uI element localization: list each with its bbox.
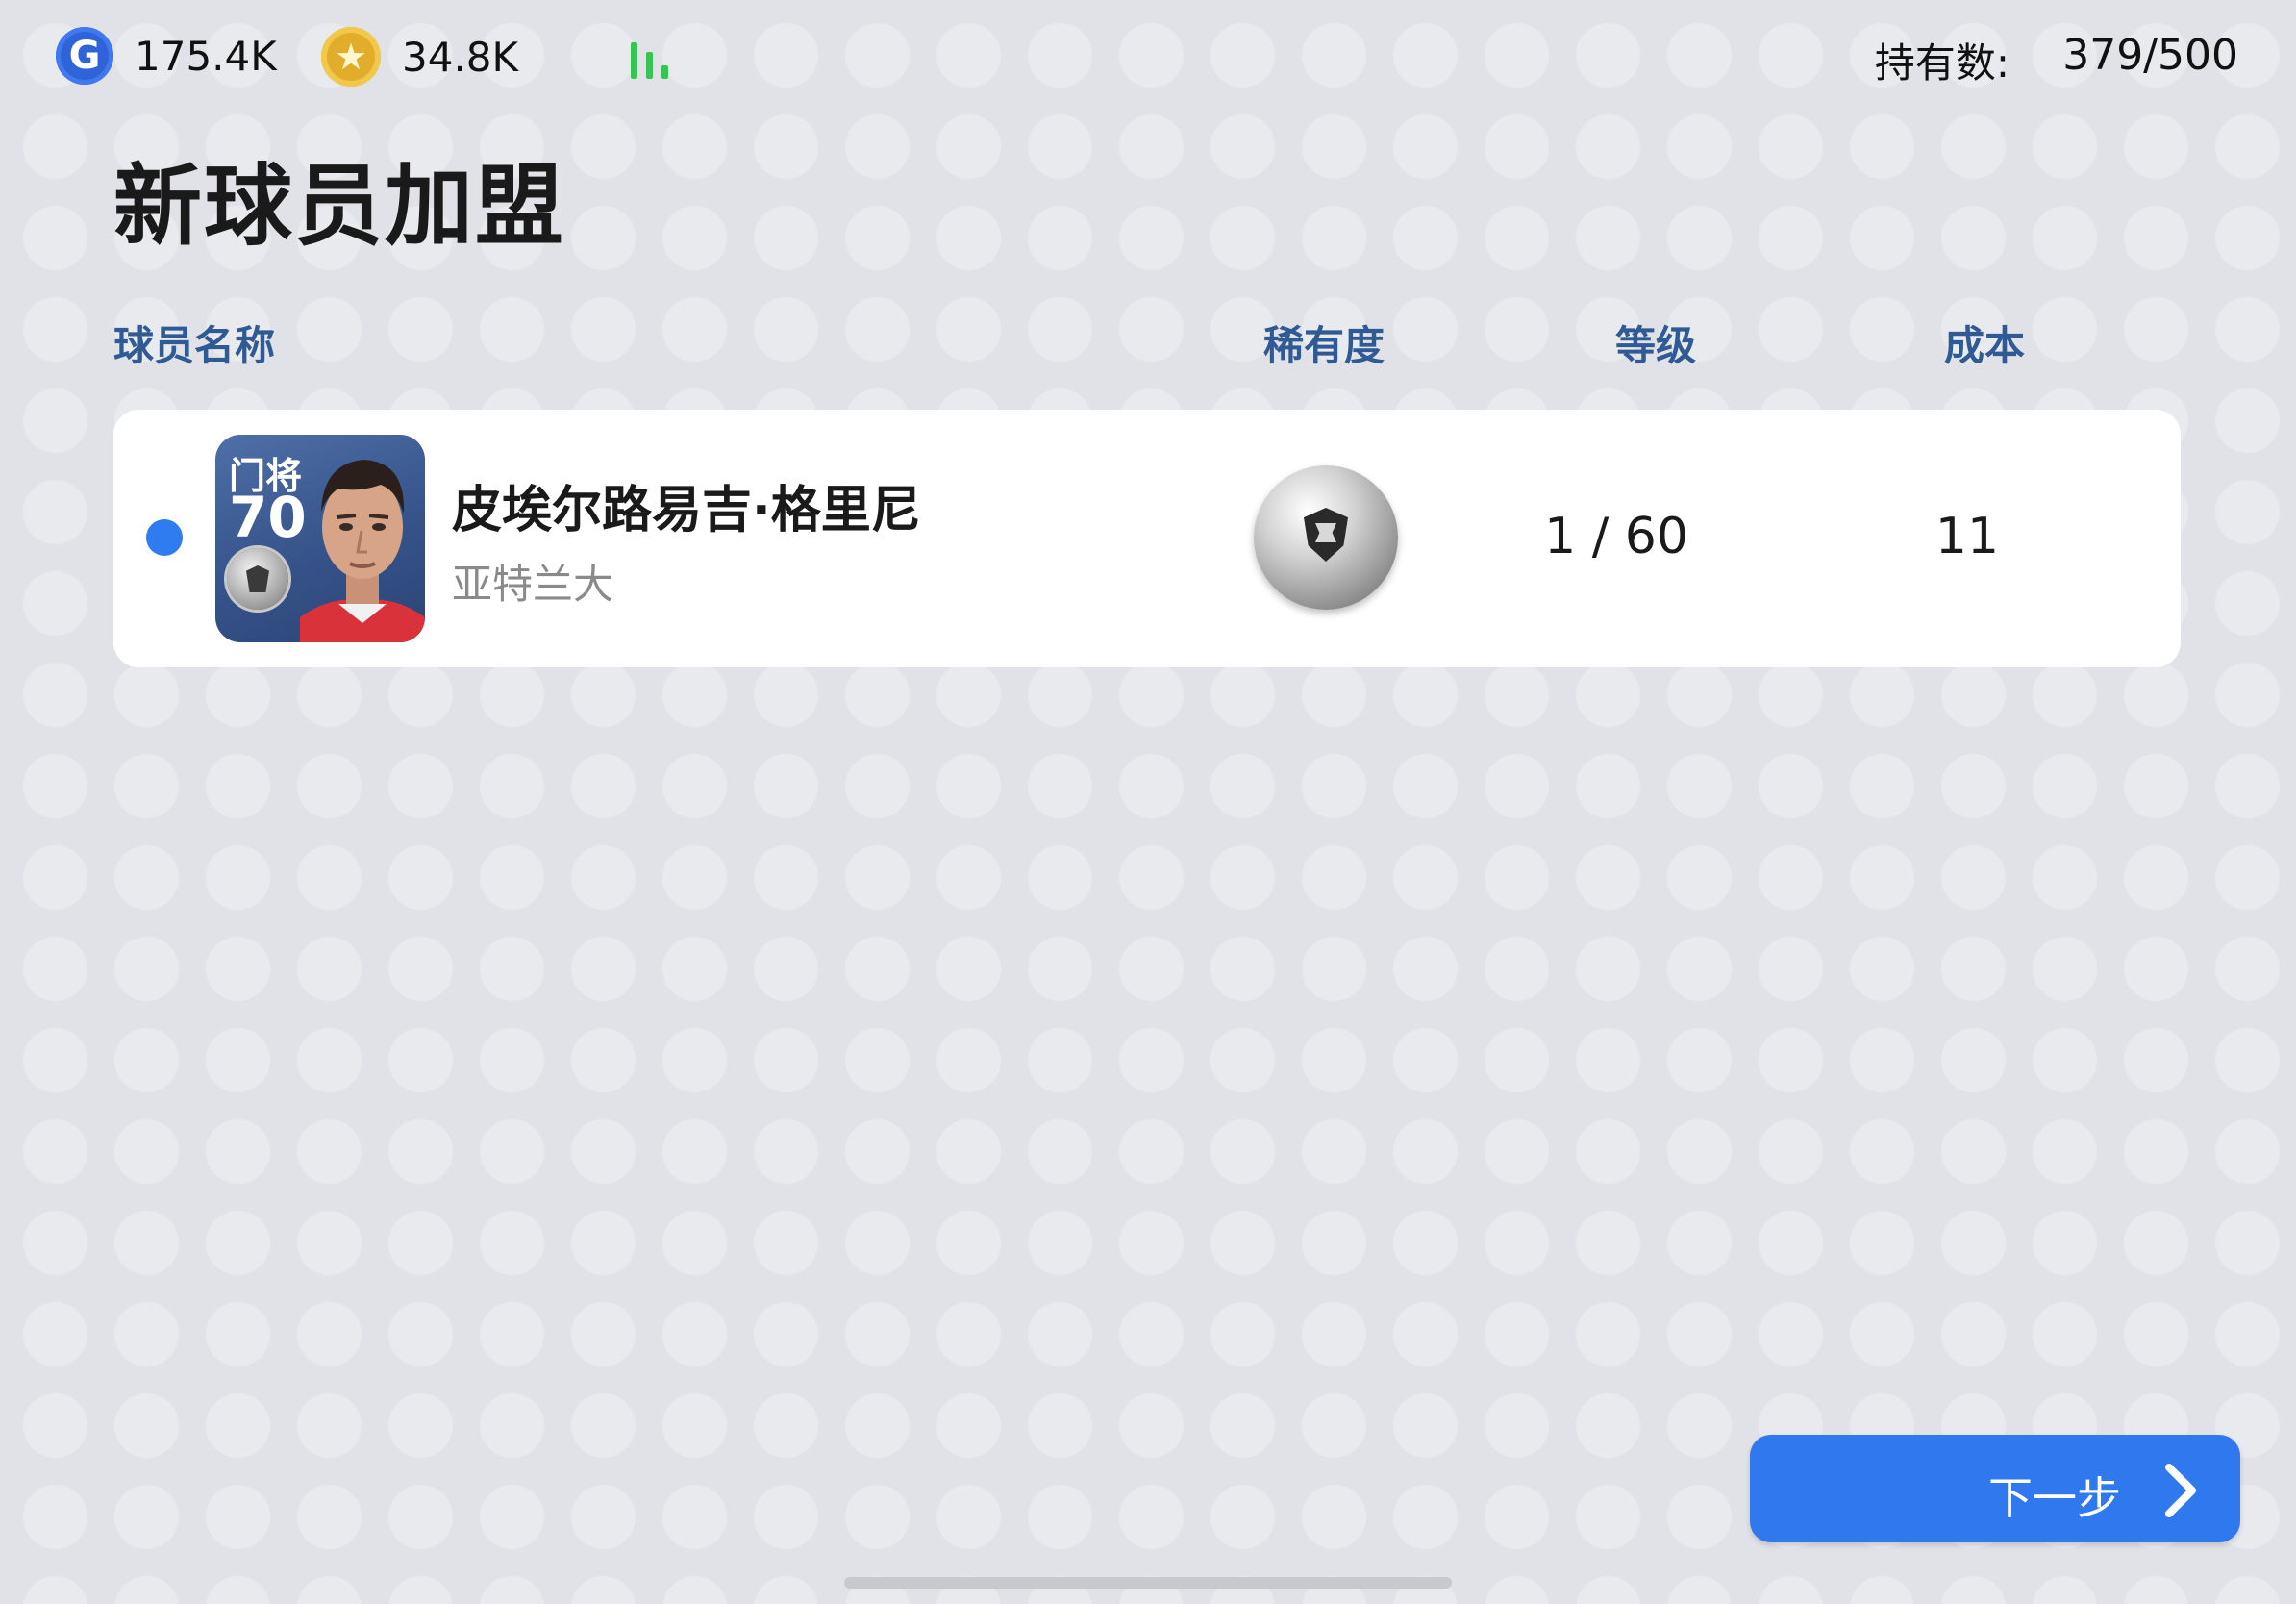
next-button[interactable]: 下一步 [1750,1435,2240,1542]
player-row[interactable]: 门将 70 皮埃尔路易吉·格里尼 亚特兰大 1 / 60 11 [113,410,2181,667]
chevron-right-icon [2165,1464,2196,1517]
player-club: 亚特兰大 [452,561,614,608]
connection-bars-icon [631,37,679,79]
page-title: 新球员加盟 [113,155,566,258]
silver-ball-icon [1254,465,1398,610]
player-name: 皮埃尔路易吉·格里尼 [452,482,921,539]
column-header-level: 等级 [1615,322,1697,369]
player-level: 1 / 60 [1544,508,1688,565]
next-button-label: 下一步 [1988,1472,2121,1524]
holding-label: 持有数: [1874,39,2009,87]
player-card[interactable]: 门将 70 [215,435,425,642]
column-header-name: 球员名称 [113,322,276,369]
selected-indicator [146,519,183,556]
home-indicator[interactable] [844,1577,1452,1589]
coin-value: 34.8K [402,33,519,81]
gp-coin-icon: G [56,27,113,85]
player-cost: 11 [1934,508,2000,565]
column-header-rarity: 稀有度 [1263,322,1385,369]
gp-value: 175.4K [135,32,277,80]
gp-currency: G 175.4K [56,27,277,85]
rarity-shield-icon [1304,508,1348,562]
card-rarity-badge-icon [227,548,288,610]
coin-currency: ★ 34.8K [321,27,518,87]
player-rating: 70 [229,485,307,550]
holding-value: 379/500 [2062,31,2238,80]
star-coin-icon: ★ [321,27,381,87]
top-status-bar: G 175.4K ★ 34.8K 持有数: 379/500 [56,27,2238,87]
player-photo [300,460,425,642]
column-header-cost: 成本 [1944,322,2026,369]
